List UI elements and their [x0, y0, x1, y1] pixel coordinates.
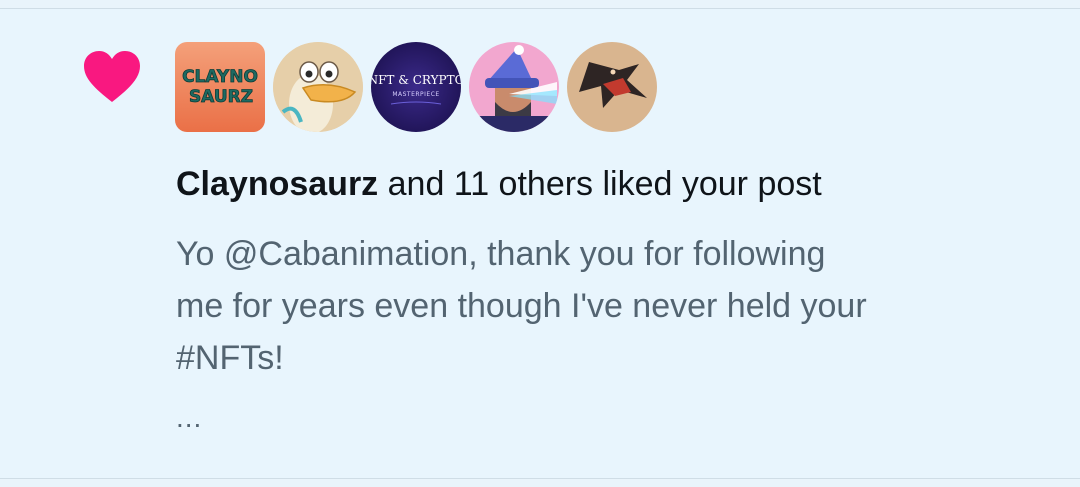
nft-crypto-label: NFT & CRYPTO [371, 73, 461, 87]
claynosaurz-label-top: CLAYNO [182, 67, 258, 87]
pterodactyl-avatar[interactable] [567, 42, 657, 132]
wizard-avatar[interactable] [469, 42, 559, 132]
liker-avatars: CLAYNO SAURZ NFT & CRYPTO MASTERPIECE [175, 42, 657, 132]
post-preview-line-3: #NFTs! [176, 339, 284, 377]
nft-crypto-sublabel: MASTERPIECE [392, 91, 439, 98]
notification-headline[interactable]: Claynosaurz and 11 others liked your pos… [176, 162, 822, 206]
top-divider [0, 0, 1080, 9]
post-preview-line-2: me for years even though I've never held… [176, 287, 867, 325]
claynosaurz-label-bottom: SAURZ [189, 87, 253, 107]
duck-avatar[interactable] [273, 42, 363, 132]
actor-name[interactable]: Claynosaurz [176, 165, 378, 203]
headline-rest: and 11 others liked your post [378, 165, 822, 203]
post-preview-line-1: Yo @Cabanimation, thank you for followin… [176, 235, 826, 273]
nft-crypto-avatar[interactable]: NFT & CRYPTO MASTERPIECE [371, 42, 461, 132]
notification-card[interactable]: CLAYNO SAURZ NFT & CRYPTO MASTERPIECE Cl… [0, 0, 1080, 487]
heart-icon [82, 50, 142, 106]
bottom-divider [0, 478, 1080, 487]
more-ellipsis: ... [176, 402, 203, 433]
claynosaurz-avatar[interactable]: CLAYNO SAURZ [175, 42, 265, 132]
post-preview[interactable]: Yo @Cabanimation, thank you for followin… [176, 228, 1046, 384]
